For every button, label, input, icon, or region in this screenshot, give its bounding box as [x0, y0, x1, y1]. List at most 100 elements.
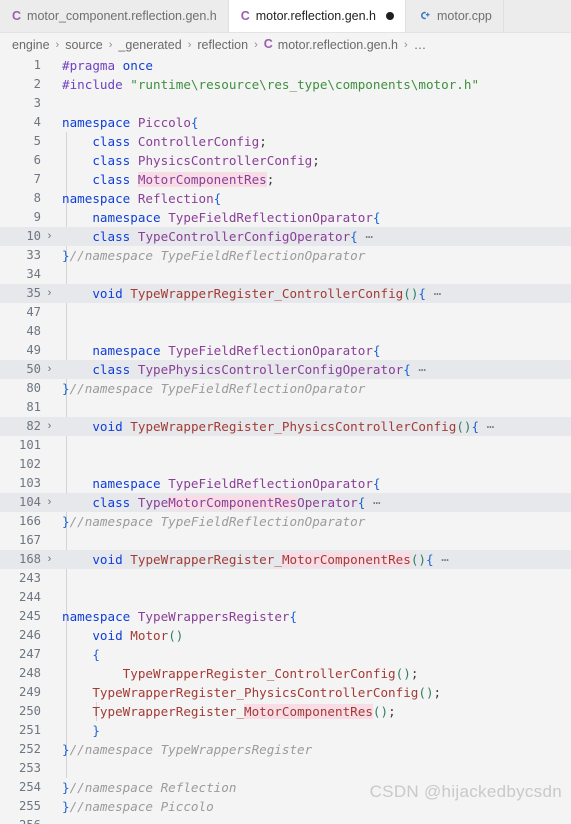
code-line[interactable]: 3: [0, 94, 571, 113]
code-line[interactable]: 254}//namespace Reflection: [0, 778, 571, 797]
fold-chevron-icon[interactable]: ›: [41, 360, 58, 379]
fold-chevron-icon[interactable]: ›: [41, 493, 58, 512]
code-line[interactable]: 8 namespace Reflection{: [0, 189, 571, 208]
breadcrumb-item-source[interactable]: source: [64, 38, 104, 52]
breadcrumb-item-_generated[interactable]: _generated: [117, 38, 182, 52]
code-line[interactable]: 101: [0, 436, 571, 455]
fold-gutter-spacer: [41, 265, 58, 284]
code-line[interactable]: 168 › void TypeWrapperRegister_MotorCompo…: [0, 550, 571, 569]
code-line[interactable]: 249 TypeWrapperRegister_PhysicsControlle…: [0, 683, 571, 702]
code-line[interactable]: 10 › class TypeControllerConfigOperator{ …: [0, 227, 571, 246]
line-number: 244: [18, 590, 41, 604]
code-line[interactable]: 2 #include "runtime\resource\res_type\com…: [0, 75, 571, 94]
code-token: ControllerConfig: [137, 134, 260, 149]
code-token: Piccolo: [137, 115, 191, 130]
code-line[interactable]: 49 namespace TypeFieldReflectionOparator…: [0, 341, 571, 360]
code-line[interactable]: 50 › class TypePhysicsControllerConfigOpe…: [0, 360, 571, 379]
code-line[interactable]: 243: [0, 569, 571, 588]
tab-motor-reflection-gen-h[interactable]: C motor.reflection.gen.h: [228, 0, 406, 32]
code-text: void Motor(): [58, 626, 571, 645]
line-number: 167: [18, 533, 41, 547]
code-text: }//namespace TypeWrappersRegister: [58, 740, 571, 759]
code-line[interactable]: 47: [0, 303, 571, 322]
code-token: #include: [62, 77, 123, 92]
code-line[interactable]: 103 namespace TypeFieldReflectionOparato…: [0, 474, 571, 493]
code-line[interactable]: 244: [0, 588, 571, 607]
code-token: }: [62, 742, 70, 757]
breadcrumb-item-symbol-ellipsis[interactable]: …: [413, 38, 428, 52]
code-line[interactable]: 4 namespace Piccolo{: [0, 113, 571, 132]
breadcrumb-item-engine[interactable]: engine: [11, 38, 51, 52]
code-line[interactable]: 167: [0, 531, 571, 550]
code-line[interactable]: 48: [0, 322, 571, 341]
code-line[interactable]: 248 TypeWrapperRegister_ControllerConfig…: [0, 664, 571, 683]
line-number: 247: [18, 647, 41, 661]
code-line[interactable]: 252}//namespace TypeWrappersRegister: [0, 740, 571, 759]
tab-motor_component-reflection-gen-h[interactable]: C motor_component.reflection.gen.h: [0, 0, 229, 32]
breadcrumb: engine › source › _generated › reflectio…: [0, 33, 571, 56]
code-line[interactable]: 253: [0, 759, 571, 778]
line-number: 245: [18, 609, 41, 623]
code-token: {: [426, 552, 434, 567]
code-token: namespace: [62, 115, 131, 130]
code-line[interactable]: 251 }: [0, 721, 571, 740]
code-token: ⋯: [426, 286, 442, 301]
fold-chevron-icon[interactable]: ›: [41, 227, 58, 246]
fold-chevron-icon[interactable]: ›: [41, 417, 58, 436]
code-line[interactable]: 247 {: [0, 645, 571, 664]
code-line[interactable]: 255}//namespace Piccolo: [0, 797, 571, 816]
code-line[interactable]: 1 #pragma once: [0, 56, 571, 75]
code-token: TypeWrapperRegister_PhysicsControllerCon…: [130, 419, 457, 434]
unsaved-changes-dot-icon[interactable]: [385, 12, 394, 20]
chevron-right-icon: ›: [404, 38, 408, 51]
code-line[interactable]: 245 namespace TypeWrappersRegister{: [0, 607, 571, 626]
line-number: 3: [33, 96, 41, 110]
line-number: 103: [18, 476, 41, 490]
line-number: 168: [18, 552, 41, 566]
code-line[interactable]: 35 › void TypeWrapperRegister_ControllerC…: [0, 284, 571, 303]
code-line[interactable]: 250 TypeWrapperRegister_MotorComponentRe…: [0, 702, 571, 721]
fold-chevron-icon[interactable]: ›: [41, 284, 58, 303]
code-line[interactable]: 9 namespace TypeFieldReflectionOparator{: [0, 208, 571, 227]
code-line[interactable]: 34: [0, 265, 571, 284]
code-line[interactable]: 256: [0, 816, 571, 824]
code-text: class PhysicsControllerConfig;: [58, 151, 571, 170]
line-number: 33: [26, 248, 41, 262]
fold-chevron-icon[interactable]: ›: [41, 550, 58, 569]
fold-gutter-spacer: [41, 94, 58, 113]
code-line[interactable]: 82 › void TypeWrapperRegister_PhysicsCont…: [0, 417, 571, 436]
breadcrumb-item-reflection[interactable]: reflection: [196, 38, 249, 52]
code-line[interactable]: 6 class PhysicsControllerConfig;: [0, 151, 571, 170]
code-text: #pragma once: [58, 56, 571, 75]
code-token: Motor: [130, 628, 169, 643]
code-token: {: [190, 115, 199, 130]
code-line[interactable]: 104 › class TypeMotorComponentResOperator…: [0, 493, 571, 512]
line-number: 243: [18, 571, 41, 585]
breadcrumb-item-file[interactable]: C motor.reflection.gen.h: [263, 38, 399, 52]
tab-motor-cpp[interactable]: motor.cpp: [405, 0, 504, 32]
code-line[interactable]: 7 class MotorComponentRes;: [0, 170, 571, 189]
code-editor[interactable]: 1 #pragma once 2 #include "runtime\resource…: [0, 56, 571, 824]
code-line[interactable]: 102: [0, 455, 571, 474]
code-token: {: [372, 476, 381, 491]
fold-gutter-spacer: [41, 645, 58, 664]
code-line[interactable]: 166}//namespace TypeFieldReflectionOpara…: [0, 512, 571, 531]
code-token: namespace: [62, 609, 131, 624]
code-line[interactable]: 81: [0, 398, 571, 417]
code-line[interactable]: 246 void Motor(): [0, 626, 571, 645]
line-number: 250: [18, 704, 41, 718]
code-line[interactable]: 33}//namespace TypeFieldReflectionOparat…: [0, 246, 571, 265]
code-text: }//namespace Reflection: [58, 778, 571, 797]
fold-gutter-spacer: [41, 56, 58, 75]
code-line[interactable]: 5 class ControllerConfig;: [0, 132, 571, 151]
code-text: namespace TypeWrappersRegister{: [58, 607, 571, 626]
code-line[interactable]: 80}//namespace TypeFieldReflectionOparat…: [0, 379, 571, 398]
